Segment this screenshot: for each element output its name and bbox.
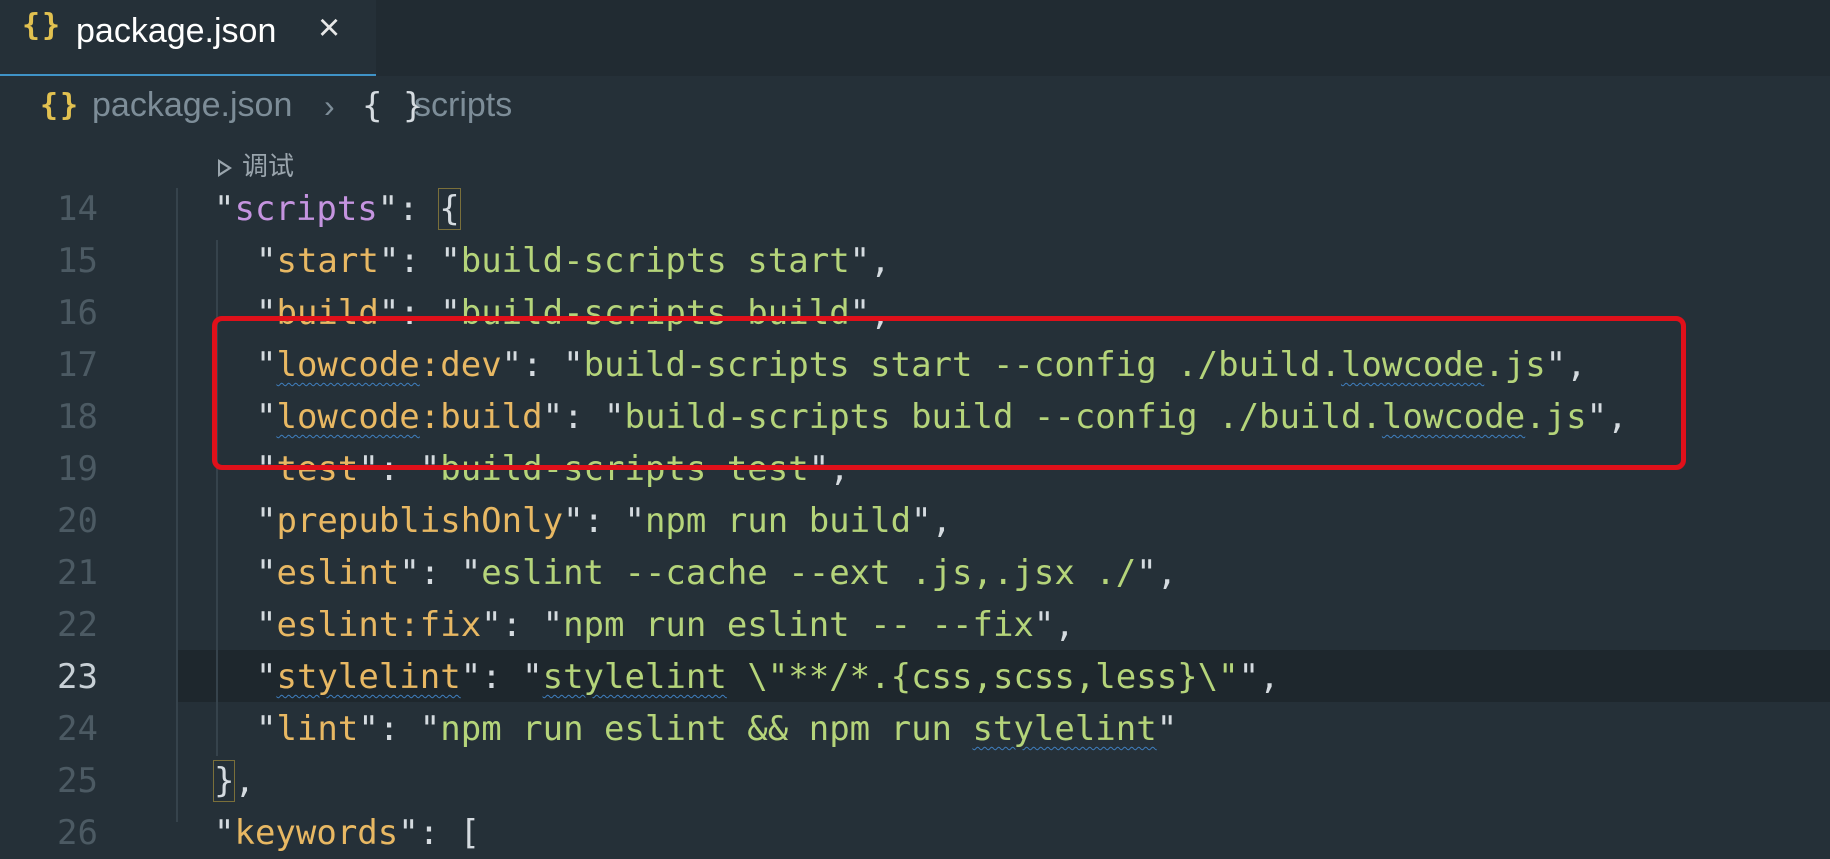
code-line: 25}, xyxy=(0,755,1830,807)
breadcrumb-file[interactable]: package.json xyxy=(92,86,292,125)
close-icon[interactable]: × xyxy=(318,8,340,48)
code-line: 20 "prepublishOnly": "npm run build", xyxy=(0,495,1830,547)
line-number: 16 xyxy=(57,293,98,333)
code-text: "eslint": "eslint --cache --ext .js,.jsx… xyxy=(256,553,1178,593)
code-text: "scripts": { xyxy=(214,188,461,230)
breadcrumb: {} package.json › { } scripts xyxy=(0,76,1830,140)
code-line: 15 "start": "build-scripts start", xyxy=(0,235,1830,287)
play-icon xyxy=(218,159,232,177)
code-line: 21 "eslint": "eslint --cache --ext .js,.j… xyxy=(0,547,1830,599)
code-line: 24 "lint": "npm run eslint && npm run sty… xyxy=(0,703,1830,755)
tab-bar: {} package.json × xyxy=(0,0,1830,76)
code-line: 22 "eslint:fix": "npm run eslint -- --fix… xyxy=(0,599,1830,651)
line-number: 15 xyxy=(57,241,98,281)
code-line: 26 "keywords": [ xyxy=(0,807,1830,859)
code-text: "lint": "npm run eslint && npm run style… xyxy=(256,709,1178,749)
line-number: 19 xyxy=(57,449,98,489)
line-number: 14 xyxy=(57,189,98,229)
line-number: 26 xyxy=(57,813,98,853)
line-number: 21 xyxy=(57,553,98,593)
code-text: "start": "build-scripts start", xyxy=(256,241,891,281)
code-text: "eslint:fix": "npm run eslint -- --fix", xyxy=(256,605,1075,645)
line-number: 18 xyxy=(57,397,98,437)
chevron-right-icon: › xyxy=(324,88,335,124)
code-line: 14 "scripts": { xyxy=(0,183,1830,235)
line-number: 17 xyxy=(57,345,98,385)
line-number: 23 xyxy=(57,657,98,697)
line-number: 22 xyxy=(57,605,98,645)
json-file-icon: {} xyxy=(22,8,63,43)
highlight-annotation-box xyxy=(212,316,1686,470)
code-text: "stylelint": "stylelint \"**/*.{css,scss… xyxy=(256,657,1280,697)
tab-package-json[interactable]: {} package.json × xyxy=(0,0,376,76)
debug-codelens-label: 调试 xyxy=(242,151,295,181)
breadcrumb-symbol[interactable]: scripts xyxy=(414,86,512,125)
line-number: 20 xyxy=(57,501,98,541)
code-text: "prepublishOnly": "npm run build", xyxy=(256,501,953,541)
line-number: 25 xyxy=(57,761,98,801)
line-number: 24 xyxy=(57,709,98,749)
code-line: 23 "stylelint": "stylelint \"**/*.{css,sc… xyxy=(0,651,1830,703)
code-text: "keywords": [ xyxy=(214,813,481,853)
tab-title: package.json xyxy=(76,12,277,50)
debug-codelens[interactable]: 调试 xyxy=(218,146,294,183)
code-text: }, xyxy=(212,760,255,802)
json-file-icon: {} xyxy=(40,88,81,123)
